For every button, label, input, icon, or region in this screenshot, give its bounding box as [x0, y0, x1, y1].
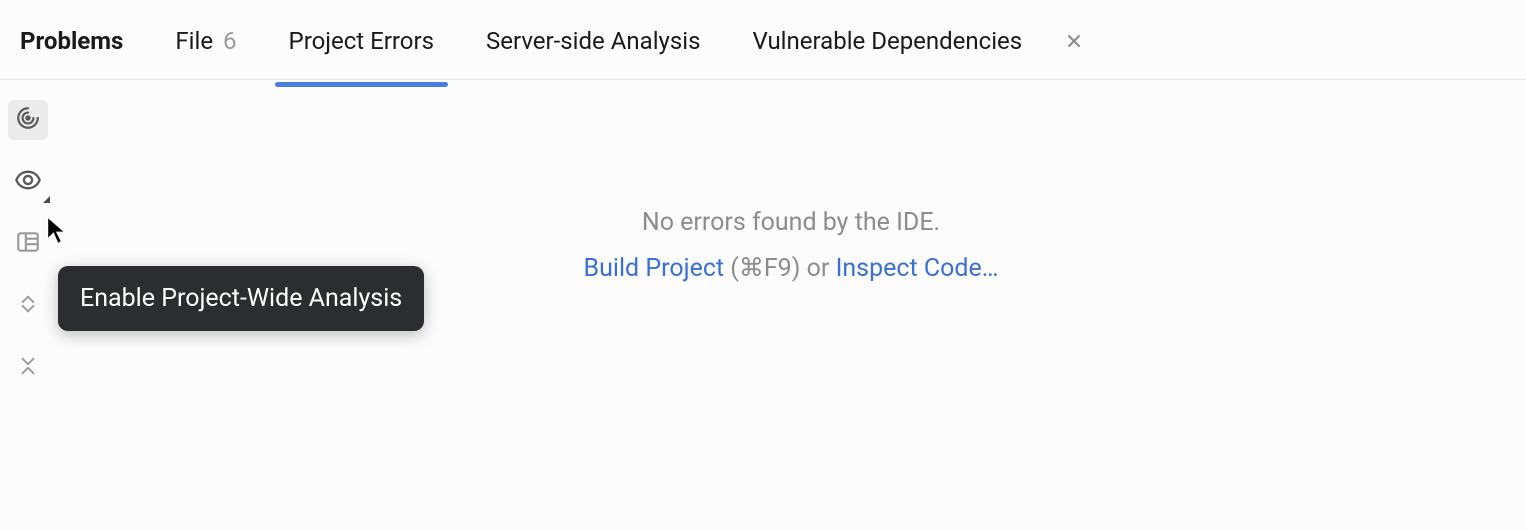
view-options-button[interactable]: [8, 162, 48, 202]
tab-project-errors[interactable]: Project Errors: [289, 27, 434, 55]
status-message: No errors found by the IDE.: [642, 208, 940, 237]
tab-vulnerable-label: Vulnerable Dependencies: [753, 27, 1023, 55]
action-row: Build Project (⌘F9) or Inspect Code…: [584, 253, 999, 283]
inspect-code-link[interactable]: Inspect Code…: [836, 254, 999, 283]
tab-file-count: 6: [223, 27, 237, 55]
layout-icon: [15, 229, 41, 259]
tab-server-side-analysis[interactable]: Server-side Analysis: [486, 27, 701, 55]
tab-file[interactable]: File 6: [175, 27, 236, 55]
target-icon: [15, 105, 41, 135]
or-text: or: [807, 254, 836, 283]
close-tab-icon[interactable]: [1066, 33, 1082, 49]
body-area: No errors found by the IDE. Build Projec…: [0, 80, 1526, 530]
tooltip: Enable Project-Wide Analysis: [58, 266, 424, 331]
collapse-all-icon: [17, 355, 39, 381]
eye-icon: [14, 166, 42, 198]
sidebar: [0, 80, 56, 530]
collapse-all-button[interactable]: [8, 348, 48, 388]
shortcut-text: (⌘F9): [724, 254, 807, 283]
tab-file-label: File: [175, 27, 213, 55]
dropdown-corner-icon: [43, 196, 50, 203]
build-project-link[interactable]: Build Project: [584, 254, 725, 283]
tab-problems-title: Problems: [20, 27, 123, 55]
enable-project-wide-analysis-button[interactable]: [8, 100, 48, 140]
tabs-bar: Problems File 6 Project Errors Server-si…: [0, 0, 1526, 80]
open-editor-preview-button[interactable]: [8, 224, 48, 264]
expand-all-button[interactable]: [8, 286, 48, 326]
tab-vulnerable-dependencies[interactable]: Vulnerable Dependencies: [753, 27, 1023, 55]
expand-all-icon: [17, 293, 39, 319]
